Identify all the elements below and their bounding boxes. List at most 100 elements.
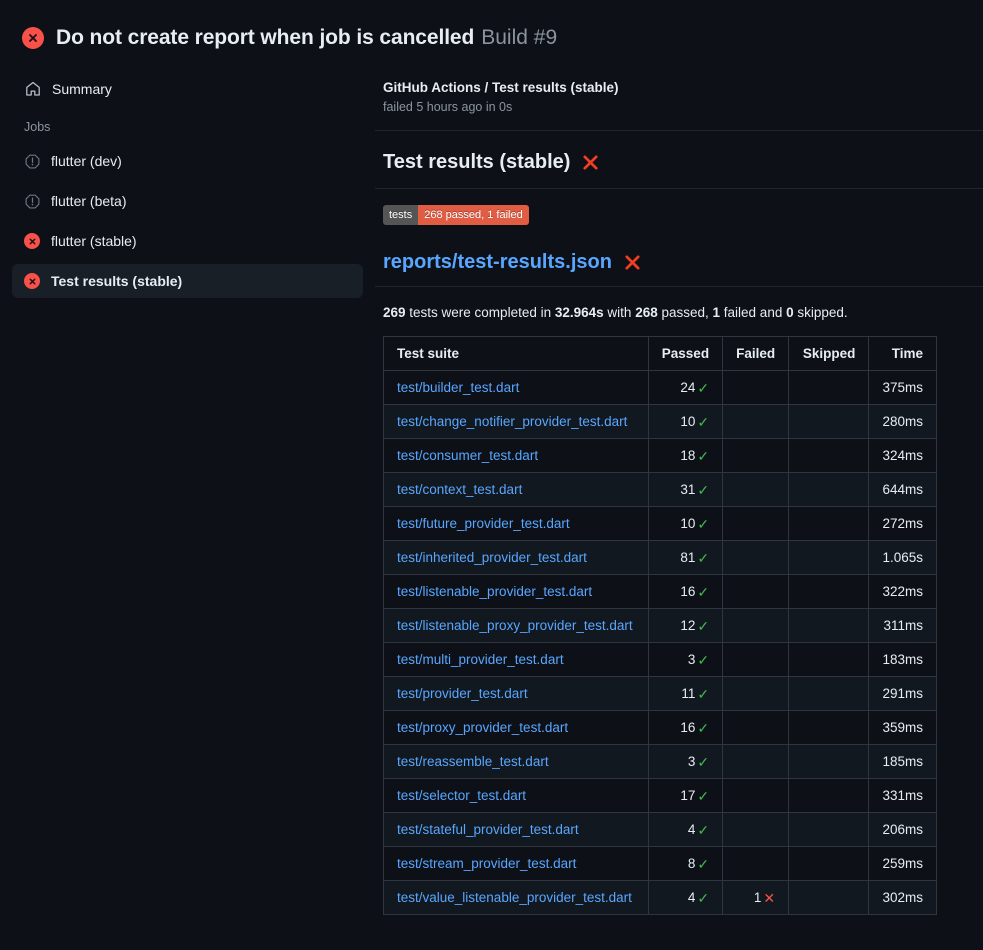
cell-test-suite: test/provider_test.dart bbox=[384, 677, 649, 711]
file-title-link[interactable]: reports/test-results.json bbox=[383, 251, 612, 274]
cell-time: 280ms bbox=[869, 405, 937, 439]
column-header-test-suite: Test suite bbox=[384, 337, 649, 371]
table-row: test/context_test.dart31✓644ms bbox=[384, 473, 937, 507]
cell-passed: 16✓ bbox=[648, 711, 722, 745]
status-badge-value: 268 passed, 1 failed bbox=[418, 205, 528, 225]
test-suite-link[interactable]: test/value_listenable_provider_test.dart bbox=[397, 890, 632, 905]
test-suite-link[interactable]: test/future_provider_test.dart bbox=[397, 516, 570, 531]
cell-time: 206ms bbox=[869, 813, 937, 847]
cell-time: 302ms bbox=[869, 881, 937, 915]
check-icon: ✓ bbox=[697, 721, 709, 735]
test-suite-link[interactable]: test/multi_provider_test.dart bbox=[397, 652, 564, 667]
cell-passed-value: 11 bbox=[681, 686, 695, 701]
sidebar-item-flutter-beta[interactable]: flutter (beta) bbox=[12, 184, 363, 218]
cell-failed: 1✕ bbox=[723, 881, 789, 915]
check-icon: ✓ bbox=[697, 857, 709, 871]
test-suite-link[interactable]: test/provider_test.dart bbox=[397, 686, 528, 701]
cell-test-suite: test/listenable_proxy_provider_test.dart bbox=[384, 609, 649, 643]
cell-test-suite: test/builder_test.dart bbox=[384, 371, 649, 405]
cell-passed: 18✓ bbox=[648, 439, 722, 473]
summary-skipped: 0 bbox=[786, 305, 794, 320]
table-row: test/inherited_provider_test.dart81✓1.06… bbox=[384, 541, 937, 575]
cell-failed bbox=[723, 405, 789, 439]
table-head: Test suite Passed Failed Skipped Time bbox=[384, 337, 937, 371]
cell-failed bbox=[723, 473, 789, 507]
cell-skipped bbox=[789, 439, 869, 473]
cell-failed bbox=[723, 677, 789, 711]
test-suite-link[interactable]: test/consumer_test.dart bbox=[397, 448, 538, 463]
cell-passed: 16✓ bbox=[648, 575, 722, 609]
sidebar-item-label: flutter (stable) bbox=[51, 233, 137, 249]
sidebar-item-summary[interactable]: Summary bbox=[12, 72, 363, 106]
sidebar-item-flutter-stable[interactable]: flutter (stable) bbox=[12, 224, 363, 258]
sidebar-item-flutter-dev[interactable]: flutter (dev) bbox=[12, 144, 363, 178]
section-title: Test results (stable) bbox=[375, 131, 983, 188]
check-icon: ✓ bbox=[697, 517, 709, 531]
cell-skipped bbox=[789, 609, 869, 643]
cell-failed-value: 1 bbox=[754, 890, 762, 905]
cell-passed: 4✓ bbox=[648, 813, 722, 847]
cell-passed: 31✓ bbox=[648, 473, 722, 507]
sidebar-section-jobs-label: Jobs bbox=[12, 120, 363, 134]
table-row: test/stream_provider_test.dart8✓259ms bbox=[384, 847, 937, 881]
x-mark-icon bbox=[581, 153, 600, 172]
table-row: test/builder_test.dart24✓375ms bbox=[384, 371, 937, 405]
test-suite-link[interactable]: test/selector_test.dart bbox=[397, 788, 526, 803]
x-circle-icon bbox=[22, 27, 44, 49]
table-row: test/listenable_proxy_provider_test.dart… bbox=[384, 609, 937, 643]
page-layout: Summary Jobs flutter (dev) flut bbox=[0, 58, 983, 915]
cell-time: 311ms bbox=[869, 609, 937, 643]
file-title[interactable]: reports/test-results.json bbox=[375, 225, 983, 286]
column-header-skipped: Skipped bbox=[789, 337, 869, 371]
cell-failed bbox=[723, 575, 789, 609]
sidebar-item-label: Test results (stable) bbox=[51, 273, 182, 289]
cell-passed-value: 4 bbox=[688, 890, 696, 905]
summary-text-5: skipped. bbox=[794, 305, 848, 320]
test-suite-link[interactable]: test/builder_test.dart bbox=[397, 380, 519, 395]
cell-test-suite: test/context_test.dart bbox=[384, 473, 649, 507]
table-row: test/listenable_provider_test.dart 16✓ 322… bbox=[384, 575, 937, 609]
test-suite-link[interactable]: test/inherited_provider_test.dart bbox=[397, 550, 587, 565]
section-title-text: Test results (stable) bbox=[383, 151, 570, 174]
cell-passed-value: 8 bbox=[688, 856, 696, 871]
test-suite-link[interactable]: test/stateful_provider_test.dart bbox=[397, 822, 579, 837]
cell-skipped bbox=[789, 745, 869, 779]
cell-time: 322ms bbox=[869, 575, 937, 609]
cell-passed: 3✓ bbox=[648, 643, 722, 677]
check-icon: ✓ bbox=[697, 755, 709, 769]
cell-test-suite: test/value_listenable_provider_test.dart bbox=[384, 881, 649, 915]
home-icon bbox=[24, 81, 41, 98]
column-header-time: Time bbox=[869, 337, 937, 371]
cell-time: 1.065s bbox=[869, 541, 937, 575]
skipped-icon bbox=[24, 193, 40, 209]
breadcrumb: GitHub Actions / Test results (stable) bbox=[375, 58, 983, 95]
table-row: test/change_notifier_provider_test.dart1… bbox=[384, 405, 937, 439]
cell-failed bbox=[723, 507, 789, 541]
test-suite-link[interactable]: test/context_test.dart bbox=[397, 482, 522, 497]
cell-passed-value: 10 bbox=[680, 516, 695, 531]
cell-passed-value: 3 bbox=[688, 652, 696, 667]
check-icon: ✓ bbox=[697, 483, 709, 497]
cell-time: 359ms bbox=[869, 711, 937, 745]
test-suite-link[interactable]: test/listenable_provider_test.dart bbox=[397, 584, 592, 599]
check-icon: ✓ bbox=[697, 619, 709, 633]
test-suite-link[interactable]: test/proxy_provider_test.dart bbox=[397, 720, 568, 735]
cell-passed: 4✓ bbox=[648, 881, 722, 915]
sidebar-item-test-results-stable[interactable]: Test results (stable) bbox=[12, 264, 363, 298]
table-row: test/proxy_provider_test.dart 16✓ 359ms bbox=[384, 711, 937, 745]
test-suite-link[interactable]: test/reassemble_test.dart bbox=[397, 754, 549, 769]
cell-passed: 24✓ bbox=[648, 371, 722, 405]
x-mark-icon bbox=[623, 253, 642, 272]
cell-failed bbox=[723, 745, 789, 779]
check-icon: ✓ bbox=[697, 687, 709, 701]
cell-test-suite: test/future_provider_test.dart bbox=[384, 507, 649, 541]
test-suite-link[interactable]: test/stream_provider_test.dart bbox=[397, 856, 576, 871]
cell-failed bbox=[723, 711, 789, 745]
cell-passed-value: 24 bbox=[680, 380, 695, 395]
test-suite-link[interactable]: test/listenable_proxy_provider_test.dart bbox=[397, 618, 633, 633]
x-mark-icon: ✕ bbox=[763, 891, 775, 905]
status-badge-label: tests bbox=[383, 205, 418, 225]
test-suite-link[interactable]: test/change_notifier_provider_test.dart bbox=[397, 414, 627, 429]
cell-skipped bbox=[789, 881, 869, 915]
sidebar-item-label: flutter (dev) bbox=[51, 153, 122, 169]
